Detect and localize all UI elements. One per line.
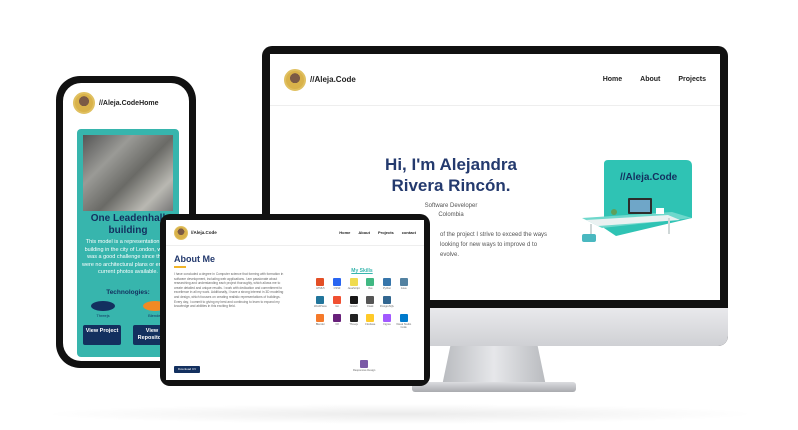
skill-item: Figma	[379, 314, 396, 329]
download-cv-button[interactable]: Download CV	[174, 366, 200, 373]
skill-label: CSS3	[333, 287, 341, 290]
skill-label: Vue	[368, 287, 373, 290]
java-icon	[399, 278, 408, 286]
title-underline	[174, 266, 186, 268]
skill-item: Java	[395, 278, 412, 290]
desktop-menu: Home About Projects	[603, 76, 706, 83]
desktop-navbar: //Aleja.Code Home About Projects	[270, 54, 720, 106]
html5-icon	[316, 278, 325, 286]
wordpress-icon	[316, 296, 325, 304]
skill-item: Flask	[362, 296, 379, 308]
skill-item	[395, 296, 412, 308]
tablet-screen: //Aleja.Code Home About Projects contact…	[166, 220, 424, 380]
avatar[interactable]	[284, 68, 306, 91]
hero-paragraph: of the project I strive to exceed the wa…	[440, 232, 548, 258]
postgresql-icon	[382, 296, 391, 304]
skill-item: GitHub	[345, 296, 362, 308]
skill-label: Firebase	[365, 323, 376, 326]
skill-label: HTML5	[316, 287, 325, 290]
csharp-icon	[332, 314, 341, 322]
skills-title: My Skills	[351, 268, 373, 274]
skill-item: C#	[329, 314, 346, 329]
nav-projects[interactable]: Projects	[678, 76, 706, 83]
skills-grid: HTML5 CSS3 JavaScript Vue Python Java Wo…	[312, 278, 412, 329]
hero-title: Hi, I'm Alejandra Rivera Rincón.	[385, 155, 517, 195]
skill-label: Threejs	[349, 323, 358, 326]
skill-label: Java	[400, 287, 407, 290]
skill-label: WordPress	[313, 305, 327, 308]
skill-label: Figma	[383, 323, 391, 326]
nav-home[interactable]: Home	[339, 230, 350, 235]
nav-contact[interactable]: contact	[402, 230, 416, 235]
css3-icon	[332, 278, 341, 286]
skill-label: GitHub	[349, 305, 358, 308]
skill-label: Python	[382, 287, 392, 290]
tablet-device: //Aleja.Code Home About Projects contact…	[160, 214, 430, 386]
git-icon	[332, 296, 341, 304]
skill-item: Git	[329, 296, 346, 308]
responsive-design-icon	[360, 360, 369, 368]
threejs-icon	[349, 314, 358, 322]
figma-icon	[382, 314, 391, 322]
brand-logo[interactable]: //Aleja.CodeHome	[99, 100, 159, 107]
brand-logo[interactable]: //Aleja.Code	[191, 230, 217, 235]
floor-shadow	[40, 404, 760, 424]
hero-section: Hi, I'm Alejandra Rivera Rincón. Softwar…	[366, 154, 536, 220]
skill-label: Blender	[315, 323, 325, 326]
nav-about[interactable]: About	[358, 230, 370, 235]
vue-icon	[366, 278, 375, 286]
tablet-navbar: //Aleja.Code Home About Projects contact	[166, 220, 424, 246]
phone-navbar: //Aleja.CodeHome	[63, 83, 189, 123]
tablet-menu: Home About Projects contact	[339, 230, 416, 235]
skill-label: JavaScript	[347, 287, 360, 290]
workspace-illustration: //Aleja.Code	[582, 160, 692, 242]
github-icon	[349, 296, 358, 304]
skill-label: Flask	[367, 305, 374, 308]
skill-item: HTML5	[312, 278, 329, 290]
skill-item: JavaScript	[345, 278, 362, 290]
nav-home[interactable]: Home	[603, 76, 622, 83]
view-project-button[interactable]: View Project	[83, 325, 121, 345]
tool-item: Threejs	[91, 301, 115, 318]
skill-label: Responsive Design	[353, 369, 376, 372]
skill-item: WordPress	[312, 296, 329, 308]
nav-projects[interactable]: Projects	[378, 230, 394, 235]
skill-item: Blender	[312, 314, 329, 329]
nav-about[interactable]: About	[640, 76, 660, 83]
skill-item: Visual Studio Code	[395, 314, 412, 329]
device-mockup-stage: //Aleja.Code Home About Projects Hi, I'm…	[0, 0, 798, 430]
project-photo	[83, 135, 173, 211]
tool-label: Threejs	[96, 313, 110, 318]
flask-icon	[366, 296, 375, 304]
skill-label: Visual Studio Code	[396, 323, 412, 329]
illustration-label: //Aleja.Code	[620, 172, 678, 183]
skill-label: C#	[335, 323, 339, 326]
skill-item: Python	[379, 278, 396, 290]
avatar[interactable]	[174, 225, 188, 240]
brand-logo[interactable]: //Aleja.Code	[310, 75, 356, 84]
firebase-icon	[366, 314, 375, 322]
skill-label: PostgreSQL	[379, 305, 395, 308]
skill-label: Git	[335, 305, 339, 308]
vscode-icon	[399, 314, 408, 322]
skill-item: PostgreSQL	[379, 296, 396, 308]
about-title: About Me	[174, 254, 215, 264]
blender-icon	[316, 314, 325, 322]
skill-item: Responsive Design	[353, 360, 375, 372]
monitor-base	[412, 382, 576, 392]
javascript-icon	[349, 278, 358, 286]
tool-list: Threejs Blender	[91, 301, 167, 318]
empty-slot	[399, 296, 408, 304]
skill-item: Vue	[362, 278, 379, 290]
about-text: I have concluded a degree in Computer sc…	[174, 272, 284, 309]
monitor-stand	[442, 346, 546, 386]
hero-role: Software Developer	[424, 203, 478, 209]
skill-item: CSS3	[329, 278, 346, 290]
threejs-icon	[91, 301, 115, 311]
skill-item: Firebase	[362, 314, 379, 329]
skill-item: Threejs	[345, 314, 362, 329]
python-icon	[382, 278, 391, 286]
avatar[interactable]	[73, 92, 95, 114]
